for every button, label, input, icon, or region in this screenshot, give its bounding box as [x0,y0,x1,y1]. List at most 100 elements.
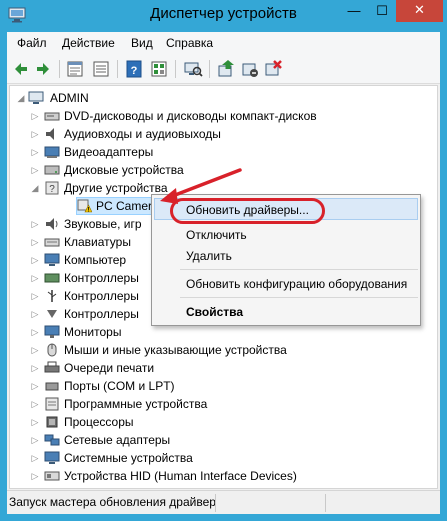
svg-text:!: ! [88,208,90,214]
expand-icon[interactable]: ▷ [30,380,40,392]
tree-item-label: Программные устройства [64,397,208,411]
expand-icon[interactable]: ▷ [30,110,40,122]
device-manager-window: Диспетчер устройств — ☐ ✕ Файл Действие … [0,0,447,521]
scan-hardware-icon[interactable] [183,59,203,79]
back-icon[interactable] [11,59,31,79]
tree-item-label: Мониторы [64,325,122,339]
menu-view[interactable]: Вид [131,36,153,50]
tree-item-hid[interactable]: ▷ Устройства HID (Human Interface Device… [10,467,439,485]
menu-item-scan-hardware[interactable]: Обновить конфигурацию оборудования [186,277,407,291]
mouse-icon [47,343,57,357]
tree-item-disk-drives[interactable]: ▷ Дисковые устройства [10,161,439,179]
menu-item-delete[interactable]: Удалить [186,249,232,263]
collapse-icon[interactable]: ◢ [16,92,26,104]
expand-icon[interactable]: ▷ [30,326,40,338]
tree-item-video-adapters[interactable]: ▷ Видеоадаптеры [10,143,439,161]
tree-item-processors[interactable]: ▷ Процессоры [10,413,439,431]
tree-root-row[interactable]: ◢ ADMIN [10,89,439,107]
status-separator [325,494,326,512]
tree-item-label: Дисковые устройства [64,163,184,177]
context-menu: Обновить драйверы... Отключить Удалить О… [151,194,421,326]
expand-icon[interactable]: ▷ [30,272,40,284]
menu-item-properties[interactable]: Свойства [186,305,243,319]
status-separator [215,494,216,512]
disable-device-icon[interactable] [240,59,260,79]
tree-item-label: Мыши и иные указывающие устройства [64,343,287,357]
tree-item-system-devices[interactable]: ▷ Системные устройства [10,449,439,467]
expand-icon[interactable]: ▷ [30,416,40,428]
computer-icon [28,91,44,104]
keyboard-icon [44,238,60,247]
expand-icon[interactable]: ▷ [30,434,40,446]
port-icon [45,382,59,391]
tree-item-label: Контроллеры [64,307,139,321]
expand-icon[interactable]: ▷ [30,470,40,482]
minimize-icon: — [347,3,361,18]
computer-icon [44,253,60,266]
tree-item-mice[interactable]: ▷ Мыши и иные указывающие устройства [10,341,439,359]
status-text: Запуск мастера обновления драйвер [9,495,216,509]
menu-item-disable[interactable]: Отключить [186,228,247,242]
tree-item-label: Другие устройства [64,181,168,195]
tree-item-audio-io[interactable]: ▷ Аудиовходы и аудиовыходы [10,125,439,143]
tree-item-print-queues[interactable]: ▷ Очереди печати [10,359,439,377]
expand-icon[interactable]: ▷ [30,308,40,320]
tree-item-dvd[interactable]: ▷ DVD-дисководы и дисководы компакт-диск… [10,107,439,125]
svg-text:?: ? [131,65,138,77]
expand-icon[interactable]: ▷ [30,218,40,230]
resources-icon[interactable] [149,59,169,79]
forward-icon[interactable] [33,59,53,79]
tree-item-network-adapters[interactable]: ▷ Сетевые адаптеры [10,431,439,449]
dvd-drive-icon [44,112,60,121]
tree-item-label: Системные устройства [64,451,193,465]
expand-icon[interactable]: ▷ [30,344,40,356]
display-adapter-icon [44,146,60,158]
menu-item-update-drivers[interactable]: Обновить драйверы... [186,203,309,217]
tree-item-label: Устройства HID (Human Interface Devices) [64,469,297,483]
tree-item-label: Очереди печати [64,361,155,375]
help-icon[interactable]: ? [124,59,144,79]
expand-icon[interactable]: ▷ [30,398,40,410]
tree-item-label: Аудиовходы и аудиовыходы [64,127,221,141]
tree-root-label: ADMIN [50,91,89,105]
title-bar[interactable]: Диспетчер устройств — ☐ ✕ [0,0,447,32]
expand-icon[interactable]: ▷ [30,146,40,158]
menu-help[interactable]: Справка [166,36,213,50]
close-icon: ✕ [414,2,425,17]
menu-file[interactable]: Файл [17,36,47,50]
disk-drive-icon [44,165,60,175]
network-adapter-icon [44,434,60,446]
tree-item-software-devices[interactable]: ▷ Программные устройства [10,395,439,413]
expand-icon[interactable]: ▷ [30,362,40,374]
tree-item-label: Процессоры [64,415,134,429]
collapse-icon[interactable]: ◢ [30,182,40,194]
expand-icon[interactable]: ▷ [30,254,40,266]
menu-action[interactable]: Действие [62,36,115,50]
storage-controller-icon [47,310,57,318]
properties-pane-icon[interactable] [65,59,85,79]
printer-icon [44,361,60,373]
tree-item-ports[interactable]: ▷ Порты (COM и LPT) [10,377,439,395]
update-driver-icon[interactable] [216,59,236,79]
monitor-icon [44,325,60,338]
speaker-icon [46,128,54,140]
minimize-button[interactable]: — [340,0,368,22]
list-view-icon[interactable] [91,59,111,79]
status-bar: Запуск мастера обновления драйвер [7,490,440,514]
hid-device-icon [44,471,60,481]
expand-icon[interactable]: ▷ [30,164,40,176]
expand-icon[interactable]: ▷ [30,290,40,302]
processor-icon [46,416,58,428]
expand-icon[interactable]: ▷ [30,236,40,248]
tree-item-label: DVD-дисководы и дисководы компакт-дисков [64,109,317,123]
software-device-icon [45,397,59,411]
tree-item-label: Компьютер [64,253,127,267]
maximize-button[interactable]: ☐ [368,0,396,22]
toolbar: ? [7,54,440,84]
menu-bar: Файл Действие Вид Справка [7,32,440,54]
uninstall-device-icon[interactable] [263,59,283,79]
expand-icon[interactable]: ▷ [30,128,40,140]
tree-item-label: Порты (COM и LPT) [64,379,175,393]
expand-icon[interactable]: ▷ [30,452,40,464]
close-button[interactable]: ✕ [396,0,443,22]
